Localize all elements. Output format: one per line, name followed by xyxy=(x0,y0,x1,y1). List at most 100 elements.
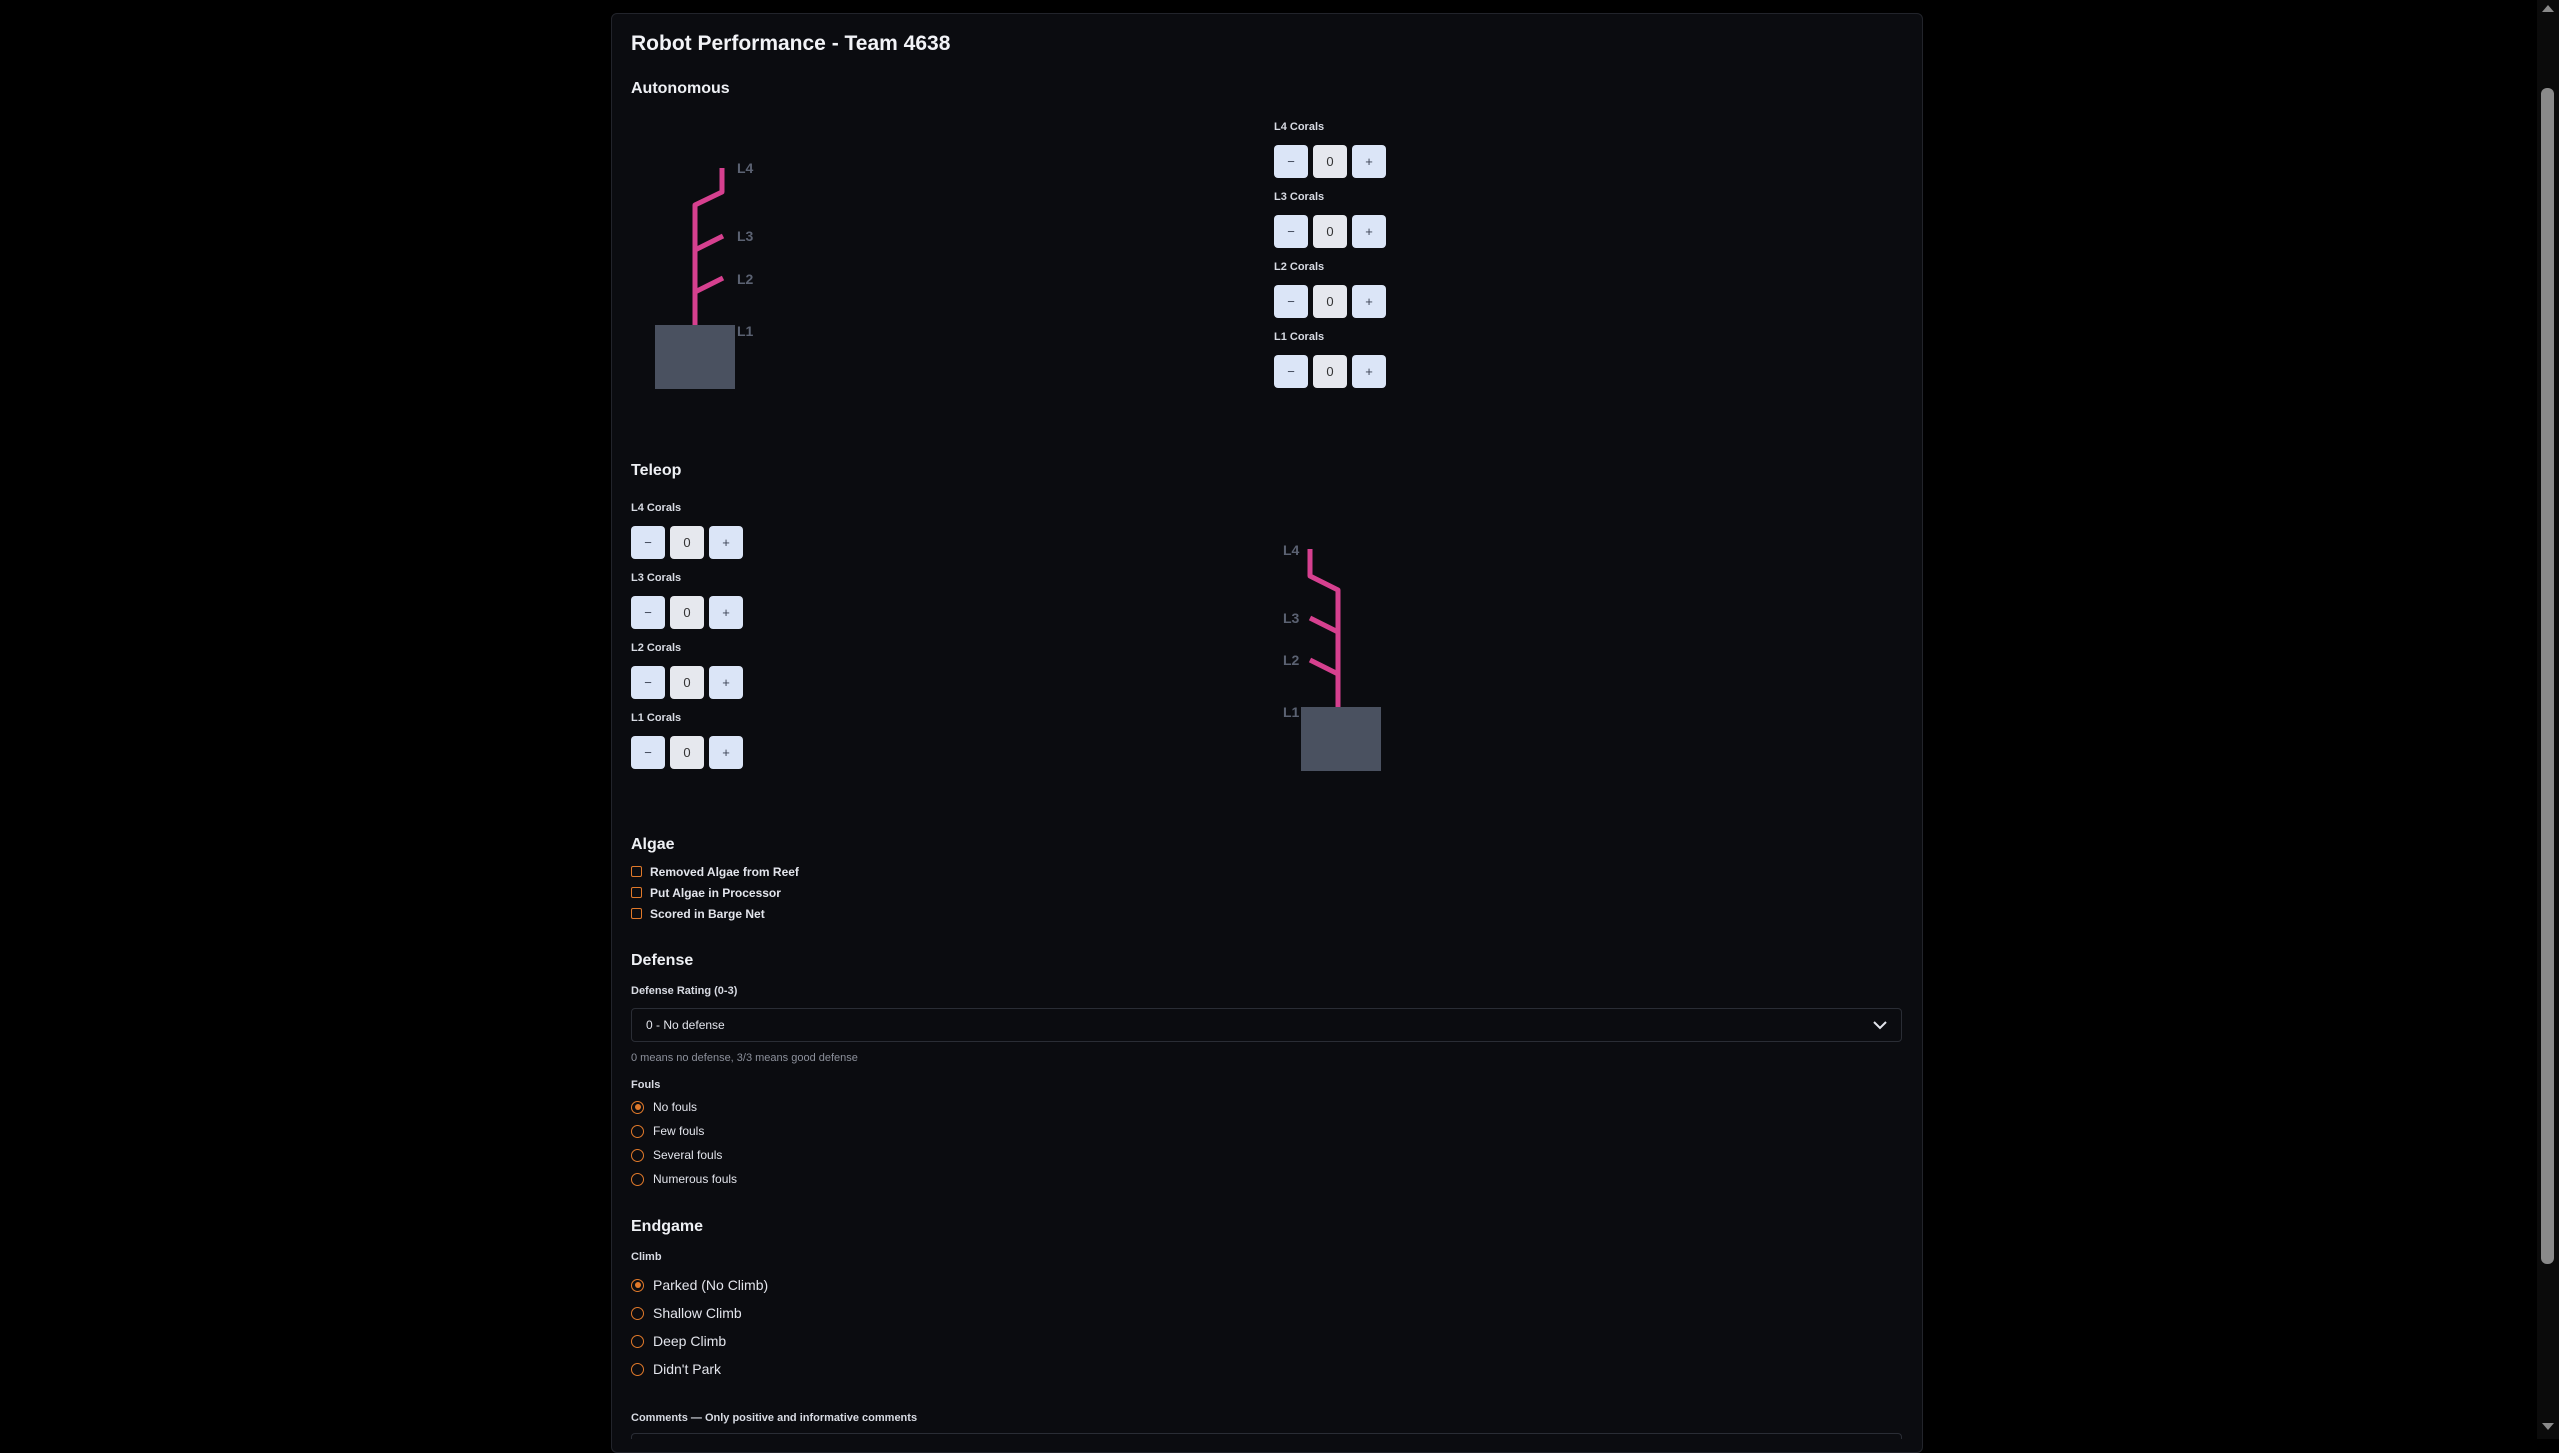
tele-l4-value[interactable]: 0 xyxy=(670,526,704,559)
fouls-option-few[interactable]: Few fouls xyxy=(631,1119,737,1143)
auto-l2-value[interactable]: 0 xyxy=(1313,285,1347,318)
auto-l4-plus-button[interactable]: + xyxy=(1352,145,1386,178)
teleop-reef-diagram: L4 L3 L2 L1 xyxy=(1283,542,1381,771)
climb-didnt-park-label: Didn't Park xyxy=(653,1361,722,1377)
fouls-numerous-radio[interactable] xyxy=(631,1172,644,1186)
fouls-numerous-label: Numerous fouls xyxy=(653,1172,738,1186)
climb-parked-radio[interactable] xyxy=(631,1278,644,1292)
climb-shallow-radio[interactable] xyxy=(631,1306,644,1320)
auto-l3-minus-button[interactable]: − xyxy=(1274,215,1308,248)
defense-heading: Defense xyxy=(631,952,694,969)
algae-removed-checkbox[interactable] xyxy=(631,866,642,877)
reef-label-l2: L2 xyxy=(1283,652,1300,668)
auto-l2-plus-button[interactable]: + xyxy=(1352,285,1386,318)
fouls-none-radio[interactable] xyxy=(631,1100,644,1114)
reef-base xyxy=(1301,707,1381,771)
auto-l4-value[interactable]: 0 xyxy=(1313,145,1347,178)
reef-label-l4: L4 xyxy=(737,160,754,176)
tele-l3-label: L3 Corals xyxy=(631,572,682,584)
tele-l3-plus-button[interactable]: + xyxy=(709,596,743,629)
tele-l4-minus-button[interactable]: − xyxy=(631,526,665,559)
fouls-option-numerous[interactable]: Numerous fouls xyxy=(631,1167,737,1191)
fouls-several-radio[interactable] xyxy=(631,1148,644,1162)
climb-option-didnt-park[interactable]: Didn't Park xyxy=(631,1355,768,1383)
auto-l4-minus-button[interactable]: − xyxy=(1274,145,1308,178)
coral-branch-l3 xyxy=(1308,615,1340,635)
reef-base xyxy=(655,325,735,389)
auto-l1-label: L1 Corals xyxy=(1274,331,1325,343)
reef-label-l4: L4 xyxy=(1283,542,1300,558)
tele-l4-label: L4 Corals xyxy=(631,502,682,514)
autonomous-reef-diagram: L4 L3 L2 L1 xyxy=(655,160,754,389)
endgame-heading: Endgame xyxy=(631,1218,704,1235)
fouls-label: Fouls xyxy=(631,1079,661,1091)
performance-card xyxy=(611,13,1923,1453)
fouls-options: No fouls Few fouls Several fouls Numerou… xyxy=(631,1095,737,1191)
fouls-few-radio[interactable] xyxy=(631,1124,644,1138)
auto-l4-counter: − 0 + xyxy=(1274,145,1386,178)
comments-textarea[interactable] xyxy=(631,1433,1902,1439)
tele-l4-counter: − 0 + xyxy=(631,526,743,559)
tele-l1-plus-button[interactable]: + xyxy=(709,736,743,769)
auto-l3-value[interactable]: 0 xyxy=(1313,215,1347,248)
auto-l1-value[interactable]: 0 xyxy=(1313,355,1347,388)
tele-l2-value[interactable]: 0 xyxy=(670,666,704,699)
climb-option-deep[interactable]: Deep Climb xyxy=(631,1327,768,1355)
climb-label: Climb xyxy=(631,1251,662,1263)
teleop-heading: Teleop xyxy=(631,462,682,479)
algae-option-barge[interactable]: Scored in Barge Net xyxy=(631,903,799,924)
algae-option-removed[interactable]: Removed Algae from Reef xyxy=(631,861,799,882)
algae-barge-checkbox[interactable] xyxy=(631,908,642,919)
algae-option-processor[interactable]: Put Algae in Processor xyxy=(631,882,799,903)
climb-parked-label: Parked (No Climb) xyxy=(653,1277,769,1293)
reef-label-l3: L3 xyxy=(737,228,754,244)
fouls-option-none[interactable]: No fouls xyxy=(631,1095,737,1119)
tele-l1-counter: − 0 + xyxy=(631,736,743,769)
page-title: Robot Performance - Team 4638 xyxy=(631,32,951,55)
tele-l3-minus-button[interactable]: − xyxy=(631,596,665,629)
climb-didnt-park-radio[interactable] xyxy=(631,1362,644,1376)
auto-l2-counter: − 0 + xyxy=(1274,285,1386,318)
climb-deep-radio[interactable] xyxy=(631,1334,644,1348)
fouls-few-label: Few fouls xyxy=(653,1124,705,1138)
climb-shallow-label: Shallow Climb xyxy=(653,1305,742,1321)
scrollbar-thumb[interactable] xyxy=(2541,88,2554,1264)
fouls-option-several[interactable]: Several fouls xyxy=(631,1143,737,1167)
tele-l2-minus-button[interactable]: − xyxy=(631,666,665,699)
tele-l3-value[interactable]: 0 xyxy=(670,596,704,629)
auto-l4-label: L4 Corals xyxy=(1274,121,1325,133)
comments-label: Comments — Only positive and informative… xyxy=(631,1412,918,1424)
defense-rating-hint: 0 means no defense, 3/3 means good defen… xyxy=(631,1052,858,1064)
climb-option-parked[interactable]: Parked (No Climb) xyxy=(631,1271,768,1299)
fouls-none-label: No fouls xyxy=(653,1100,698,1114)
auto-l2-label: L2 Corals xyxy=(1274,261,1325,273)
algae-removed-label: Removed Algae from Reef xyxy=(650,864,799,879)
auto-l3-counter: − 0 + xyxy=(1274,215,1386,248)
defense-rating-select[interactable]: 0 - No defense xyxy=(631,1008,1902,1042)
climb-deep-label: Deep Climb xyxy=(653,1333,727,1349)
defense-rating-label: Defense Rating (0-3) xyxy=(631,985,738,997)
tele-l1-minus-button[interactable]: − xyxy=(631,736,665,769)
coral-branch-l2 xyxy=(1308,657,1340,677)
scroll-down-arrow-icon[interactable] xyxy=(2541,1422,2555,1432)
coral-branch-l3 xyxy=(693,233,725,253)
auto-l1-plus-button[interactable]: + xyxy=(1352,355,1386,388)
tele-l1-label: L1 Corals xyxy=(631,712,682,724)
auto-l3-plus-button[interactable]: + xyxy=(1352,215,1386,248)
chevron-down-icon xyxy=(1873,1021,1887,1030)
tele-l2-label: L2 Corals xyxy=(631,642,682,654)
scroll-up-arrow-icon[interactable] xyxy=(2541,3,2555,13)
climb-option-shallow[interactable]: Shallow Climb xyxy=(631,1299,768,1327)
algae-processor-checkbox[interactable] xyxy=(631,887,642,898)
fouls-several-label: Several fouls xyxy=(653,1148,723,1162)
tele-l4-plus-button[interactable]: + xyxy=(709,526,743,559)
reef-label-l1: L1 xyxy=(1283,704,1300,720)
auto-l1-minus-button[interactable]: − xyxy=(1274,355,1308,388)
tele-l2-plus-button[interactable]: + xyxy=(709,666,743,699)
auto-l3-label: L3 Corals xyxy=(1274,191,1325,203)
tele-l2-counter: − 0 + xyxy=(631,666,743,699)
auto-l2-minus-button[interactable]: − xyxy=(1274,285,1308,318)
tele-l1-value[interactable]: 0 xyxy=(670,736,704,769)
reef-label-l2: L2 xyxy=(737,271,754,287)
algae-options: Removed Algae from Reef Put Algae in Pro… xyxy=(631,861,799,924)
